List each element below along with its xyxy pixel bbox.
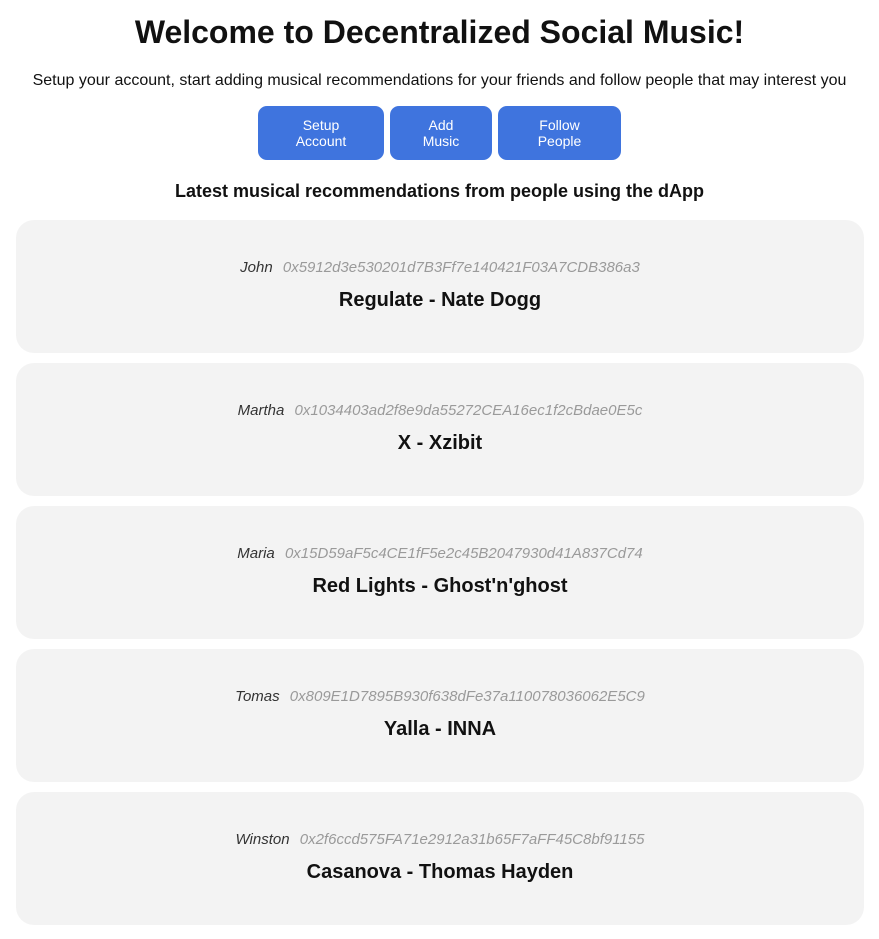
song-title: Casanova - Thomas Hayden — [306, 861, 574, 883]
feed-title: Latest musical recommendations from peop… — [174, 181, 705, 201]
page-subtitle: Setup your account, start adding musical… — [32, 72, 847, 89]
wallet-address: 0x15D59aF5c4CE1fF5e2c45B2047930d41A837Cd… — [284, 545, 643, 562]
recommendation-feed: John 0x5912d3e530201d7B3Ff7e140421F03A7C… — [16, 220, 864, 935]
user-name: Martha — [237, 402, 285, 419]
recommendation-card: Winston 0x2f6ccd575FA71e2912a31b65F7aFF4… — [16, 792, 864, 925]
recommendation-meta: Winston 0x2f6ccd575FA71e2912a31b65F7aFF4… — [16, 830, 864, 850]
follow-people-button[interactable]: Follow People — [498, 106, 621, 160]
page-title: Welcome to Decentralized Social Music! — [134, 14, 745, 50]
add-music-button[interactable]: Add Music — [390, 106, 492, 160]
recommendation-card: Martha 0x1034403ad2f8e9da55272CEA16ec1f2… — [16, 363, 864, 496]
user-name: John — [240, 259, 273, 276]
setup-account-button[interactable]: Setup Account — [258, 106, 384, 160]
wallet-address: 0x5912d3e530201d7B3Ff7e140421F03A7CDB386… — [282, 259, 640, 276]
user-name: Maria — [237, 545, 275, 562]
wallet-address: 0x809E1D7895B930f638dFe37a110078036062E5… — [289, 688, 645, 705]
song-title: Red Lights - Ghost'n'ghost — [312, 575, 568, 597]
song-title: X - Xzibit — [397, 432, 483, 454]
page: Welcome to Decentralized Social Music! S… — [0, 0, 879, 939]
wallet-address: 0x2f6ccd575FA71e2912a31b65F7aFF45C8bf911… — [299, 831, 645, 848]
recommendation-meta: John 0x5912d3e530201d7B3Ff7e140421F03A7C… — [16, 258, 864, 278]
action-buttons: Setup Account Add Music Follow People — [0, 106, 879, 160]
song-title: Regulate - Nate Dogg — [338, 289, 542, 311]
recommendation-meta: Maria 0x15D59aF5c4CE1fF5e2c45B2047930d41… — [16, 544, 864, 564]
recommendation-card: Tomas 0x809E1D7895B930f638dFe37a11007803… — [16, 649, 864, 782]
user-name: Winston — [235, 831, 290, 848]
user-name: Tomas — [235, 688, 280, 705]
recommendation-card: Maria 0x15D59aF5c4CE1fF5e2c45B2047930d41… — [16, 506, 864, 639]
wallet-address: 0x1034403ad2f8e9da55272CEA16ec1f2cBdae0E… — [294, 402, 643, 419]
song-title: Yalla - INNA — [383, 718, 497, 740]
recommendation-meta: Martha 0x1034403ad2f8e9da55272CEA16ec1f2… — [16, 401, 864, 421]
recommendation-meta: Tomas 0x809E1D7895B930f638dFe37a11007803… — [16, 687, 864, 707]
recommendation-card: John 0x5912d3e530201d7B3Ff7e140421F03A7C… — [16, 220, 864, 353]
